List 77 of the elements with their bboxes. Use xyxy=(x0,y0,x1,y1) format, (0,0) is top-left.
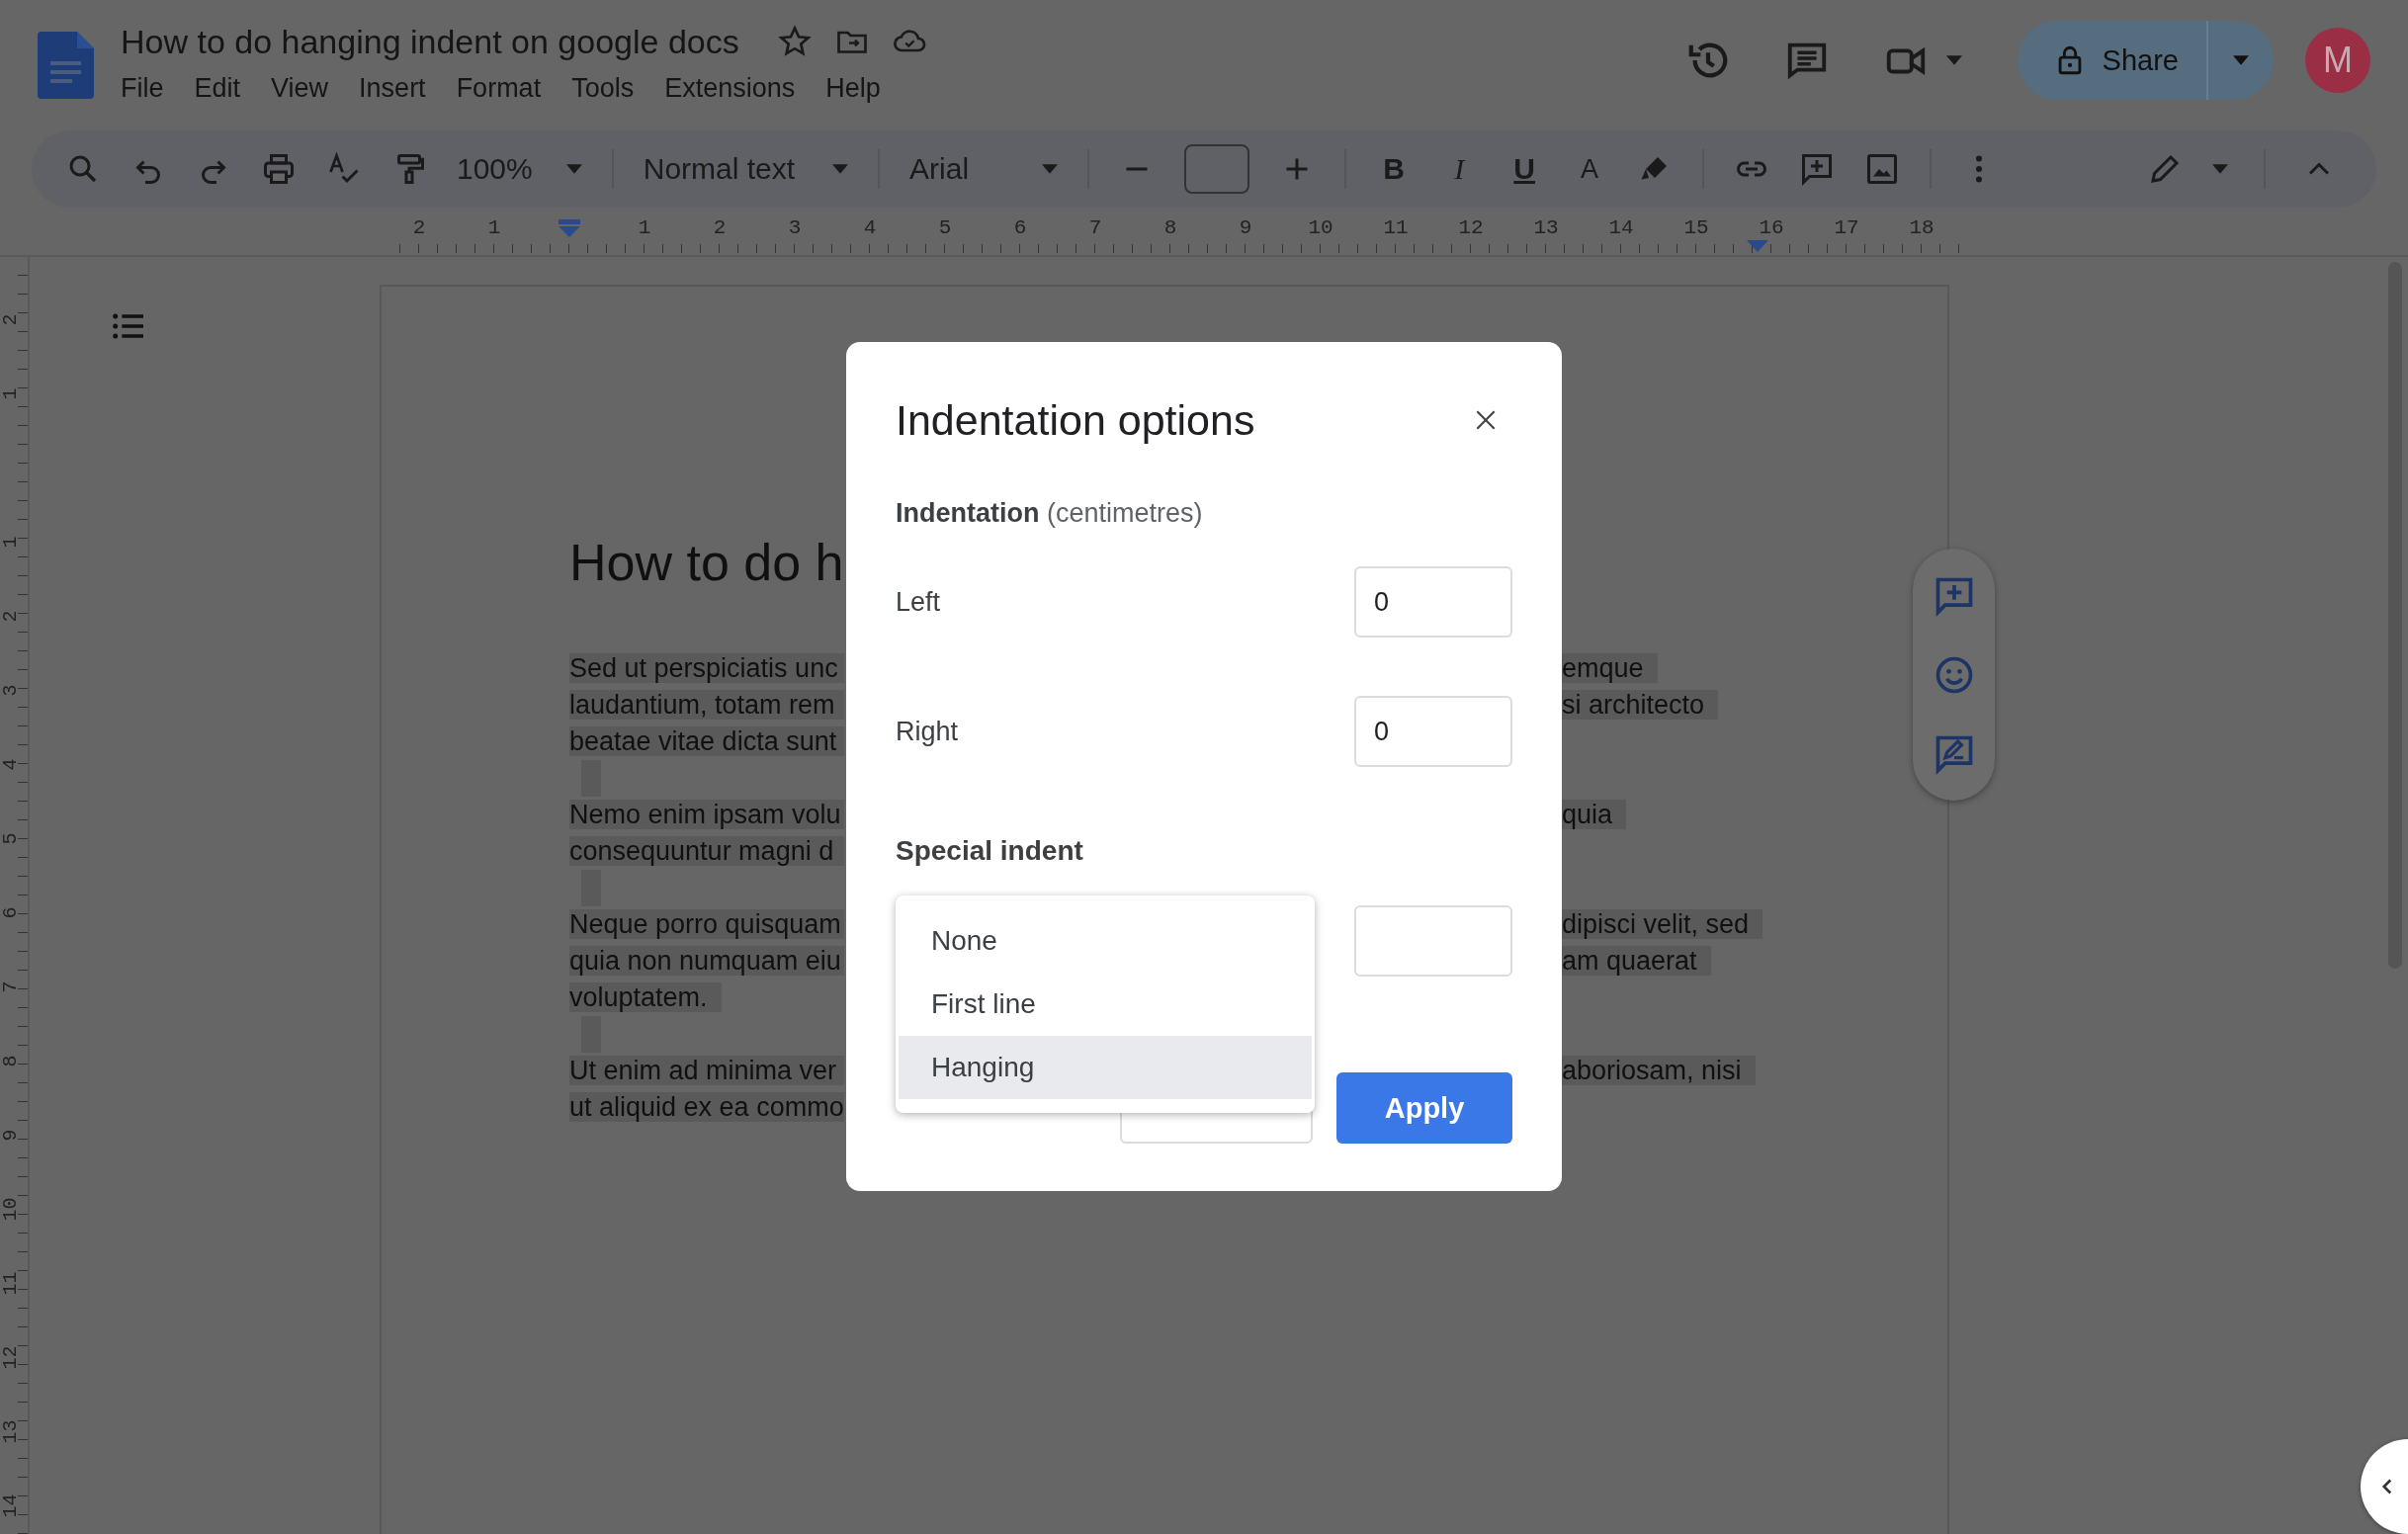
document-title[interactable]: How to do hanging indent on google docs xyxy=(121,22,739,61)
ruler-number: 6 xyxy=(0,906,22,919)
ruler-number: 5 xyxy=(0,832,22,845)
ruler-number: 2 xyxy=(411,215,427,239)
right-indent-marker[interactable] xyxy=(1747,240,1768,252)
section-label: Special indent xyxy=(896,834,1083,868)
field-label: Left xyxy=(896,586,941,618)
caret-icon xyxy=(565,164,582,174)
menu-item[interactable]: Format xyxy=(456,73,542,104)
ruler-number: 2 xyxy=(0,313,22,326)
caret-icon xyxy=(832,164,849,174)
left-indent-marker[interactable] xyxy=(559,219,580,237)
ruler-number: 8 xyxy=(1162,215,1178,239)
ruler-number: 8 xyxy=(0,1055,22,1067)
menu-item[interactable]: Help xyxy=(825,73,881,104)
menu-item[interactable]: View xyxy=(271,73,329,104)
dropdown-option[interactable]: Hanging xyxy=(899,1036,1312,1099)
input-field[interactable]: 0 xyxy=(1354,696,1512,767)
ruler-number: 6 xyxy=(1012,215,1028,239)
ruler-number: 12 xyxy=(1457,215,1485,239)
ruler-number: 17 xyxy=(1833,215,1860,239)
font-dropdown[interactable]: Arial xyxy=(909,152,1059,186)
ruler-number: 4 xyxy=(862,215,878,239)
ruler-number: 1 xyxy=(486,215,502,239)
menu-item[interactable]: Tools xyxy=(571,73,635,104)
ruler-number: 16 xyxy=(1758,215,1785,239)
apply-button[interactable]: Apply xyxy=(1336,1072,1512,1144)
ruler-number: 15 xyxy=(1682,215,1710,239)
menu-item[interactable]: Insert xyxy=(359,73,426,104)
caret-icon xyxy=(1042,164,1059,174)
menu-item[interactable]: Edit xyxy=(194,73,241,104)
format-button[interactable]: I xyxy=(1441,152,1478,186)
caret-icon[interactable] xyxy=(1945,55,1962,65)
caret-icon xyxy=(2233,55,2249,65)
section-label: Indentation (centimetres) xyxy=(896,497,1203,530)
menu-item[interactable]: Extensions xyxy=(664,73,796,104)
ruler-number: 1 xyxy=(637,215,652,239)
ruler-number: 13 xyxy=(1532,215,1560,239)
ruler-number: 3 xyxy=(0,684,22,697)
docs-logo-icon[interactable] xyxy=(38,32,94,99)
caret-icon[interactable] xyxy=(2212,164,2228,174)
ruler-number: 5 xyxy=(937,215,953,239)
print-icon[interactable] xyxy=(261,151,297,187)
ruler-number: 7 xyxy=(1087,215,1103,239)
ruler-number: 9 xyxy=(0,1129,22,1142)
ruler-number: 11 xyxy=(1382,215,1410,239)
ruler-number: 10 xyxy=(0,1197,22,1222)
font-size-field[interactable] xyxy=(1184,144,1250,194)
ruler-number: 3 xyxy=(787,215,803,239)
style-dropdown[interactable]: Normal text xyxy=(643,152,849,186)
dropdown-option[interactable]: First line xyxy=(899,973,1312,1036)
format-button[interactable]: U xyxy=(1506,152,1543,186)
ruler-number: 2 xyxy=(712,215,728,239)
ruler-number: 7 xyxy=(0,980,22,993)
ruler-number: 13 xyxy=(0,1419,22,1444)
zoom-dropdown[interactable]: 100% xyxy=(457,152,582,186)
ruler-number: 12 xyxy=(0,1345,22,1370)
document-heading: How to do h xyxy=(569,533,845,593)
input-field[interactable]: 0 xyxy=(1354,566,1512,638)
ruler-number: 10 xyxy=(1307,215,1334,239)
avatar[interactable]: M xyxy=(2305,28,2370,93)
ruler-number: 1 xyxy=(0,536,22,549)
dropdown-option[interactable]: None xyxy=(899,909,1312,973)
ruler-number: 9 xyxy=(1238,215,1253,239)
dialog-title: Indentation options xyxy=(896,395,1255,445)
field-label: Right xyxy=(896,716,959,747)
input-field[interactable] xyxy=(1354,905,1512,977)
ruler-number: 14 xyxy=(0,1493,22,1518)
menu-item[interactable]: File xyxy=(121,73,164,104)
ruler-number: 1 xyxy=(0,387,22,400)
format-button[interactable]: A xyxy=(1572,153,1608,185)
ruler-number: 11 xyxy=(0,1271,22,1296)
ruler-number: 2 xyxy=(0,610,22,623)
ruler-number: 18 xyxy=(1908,215,1935,239)
ruler-number: 4 xyxy=(0,758,22,771)
ruler-number: 14 xyxy=(1607,215,1635,239)
format-button[interactable]: B xyxy=(1376,152,1413,186)
